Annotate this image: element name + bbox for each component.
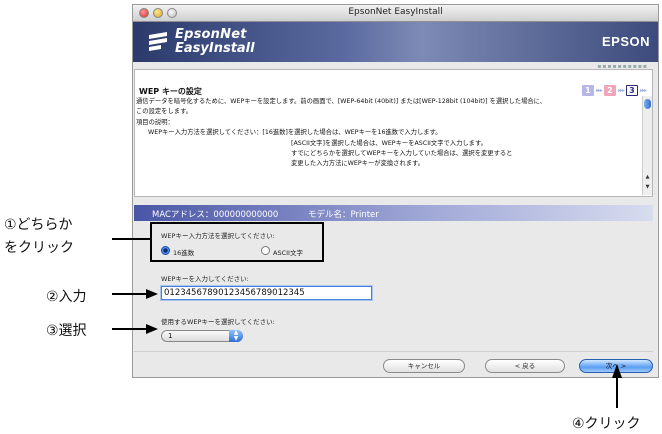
- wep-key-input[interactable]: 01234567890123456789012345: [161, 286, 372, 300]
- annotation-2-arrow-icon: [146, 289, 158, 299]
- step-indicator: 1 ▸▸▸ 2 ▸▸▸ 3 ▸▸▸: [581, 84, 647, 96]
- annotation-2-line: [112, 293, 146, 295]
- desc-line: WEPキー入力方法を選択してください：[16進数]を選択した場合は、WEPキーを…: [148, 129, 442, 137]
- description-panel: WEP キーの設定 1 ▸▸▸ 2 ▸▸▸ 3 ▸▸▸ 通信データを暗号化するた…: [134, 69, 653, 197]
- annotation-4-line: [616, 376, 618, 408]
- app-banner: EpsonNet EasyInstall EPSON: [133, 22, 658, 62]
- annotation-1-line2: をクリック: [4, 240, 74, 256]
- desc-line: 通信データを暗号化するために、WEPキーを設定します。前の画面で、[WEP-64…: [136, 98, 547, 105]
- annotation-3: ③選択: [46, 323, 87, 339]
- annotation-3-line: [112, 328, 146, 330]
- wep-key-index-select[interactable]: 1 ▲ ▼: [161, 330, 243, 342]
- device-info-bar: MACアドレス：000000000000 モデル名：Printer: [134, 205, 653, 221]
- scroll-down-icon[interactable]: ▼: [644, 184, 651, 191]
- annotation-1-line1: ①どちらか: [4, 217, 73, 233]
- window-title: EpsonNet EasyInstall: [348, 7, 443, 17]
- easyinstall-logo-icon: [149, 32, 167, 51]
- step-2: 2: [603, 84, 616, 96]
- desc-line: [ASCII文字]を選択した場合は、WEPキーをASCII文字で入力します。: [291, 139, 487, 147]
- cancel-button[interactable]: キャンセル: [383, 359, 465, 373]
- brand-name-line2: EasyInstall: [175, 41, 255, 56]
- annotation-1-line: [112, 238, 150, 240]
- description-text: 通信データを暗号化するために、WEPキーを設定します。前の画面で、[WEP-64…: [136, 97, 644, 195]
- desc-line: 項目の説明：: [136, 118, 174, 126]
- step-arrow-icon: ▸▸▸: [639, 86, 647, 94]
- annotation-4-arrow-icon: [612, 364, 622, 378]
- desc-line: 変更した入力方法にWEPキーが変換されます。: [291, 160, 425, 168]
- wep-key-index-value: 1: [168, 332, 173, 340]
- divider: [134, 351, 653, 352]
- radio-highlight-box: [150, 222, 324, 262]
- step-arrow-icon: ▸▸▸: [617, 86, 625, 94]
- section-title: WEP キーの設定: [139, 87, 202, 96]
- back-button[interactable]: < 戻る: [485, 359, 565, 373]
- model-name: モデル名：Printer: [308, 210, 379, 220]
- step-arrow-icon: ▸▸▸: [595, 86, 603, 94]
- annotation-2: ②入力: [46, 289, 87, 305]
- step-1: 1: [581, 84, 594, 96]
- annotation-4: ④クリック: [572, 416, 641, 432]
- chevron-updown-icon: ▲ ▼: [229, 330, 243, 342]
- vendor-logo: EPSON: [601, 34, 650, 49]
- mac-address: MACアドレス：000000000000: [152, 210, 279, 220]
- desc-line: すでにどちらかを選択してWEPキーを入力していた場合は、選択を変更すると: [291, 150, 513, 158]
- index-label: 使用するWEPキーを選択してください:: [161, 318, 275, 326]
- scroll-up-icon[interactable]: ▲: [644, 174, 651, 181]
- description-scrollbar[interactable]: ▲ ▼: [642, 96, 652, 195]
- title-bar: EpsonNet EasyInstall: [133, 5, 658, 22]
- annotation-3-arrow-icon: [146, 324, 158, 334]
- scroll-thumb[interactable]: [644, 99, 651, 109]
- step-3-active: 3: [625, 84, 638, 96]
- key-label: WEPキーを入力してください:: [161, 275, 249, 283]
- installer-window: EpsonNet EasyInstall EpsonNet EasyInstal…: [132, 4, 659, 378]
- brand-name-line1: EpsonNet: [175, 27, 247, 42]
- desc-line: この設定をします。: [136, 108, 193, 116]
